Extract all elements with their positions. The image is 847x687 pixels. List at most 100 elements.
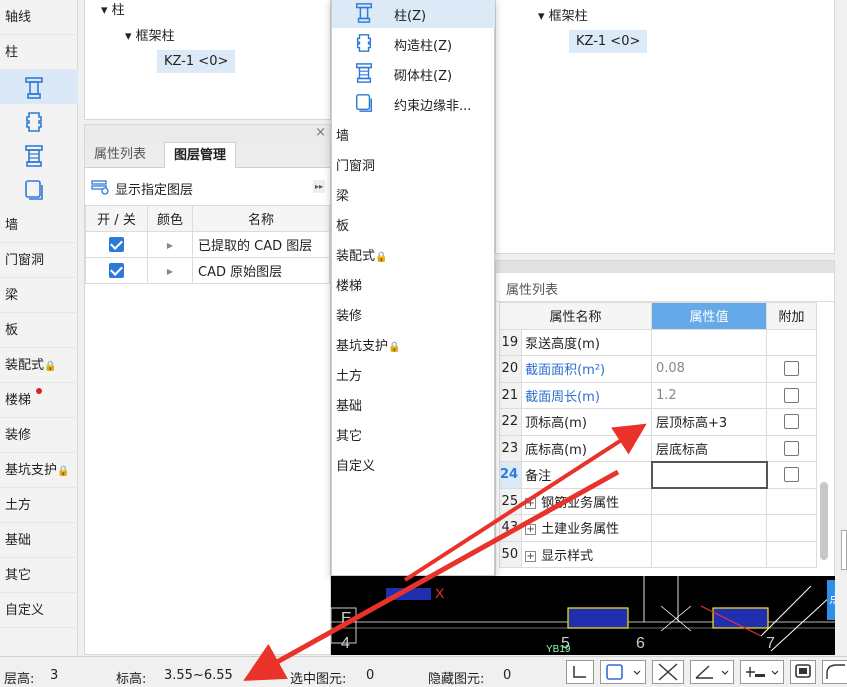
menu-item-door-window[interactable]: 门窗洞 [336, 155, 375, 174]
tab-property-list[interactable]: 属性列表 [85, 142, 155, 168]
expand-arrow-icon[interactable]: ▶ [167, 241, 173, 250]
table-row[interactable]: ▶ CAD 原始图层 [85, 257, 330, 284]
nav-item-beam[interactable]: 梁 [0, 278, 78, 313]
expand-plus-icon[interactable]: + [525, 524, 537, 536]
nav-item-wall[interactable]: 墙 [0, 208, 78, 243]
edge-scroll-handle[interactable] [841, 530, 847, 570]
toggle-cell [85, 257, 148, 284]
menu-item-stair[interactable]: 楼梯 [336, 275, 362, 294]
expand-icon[interactable]: ▸▸ [313, 180, 326, 193]
vertical-scrollbar[interactable] [820, 482, 828, 560]
property-value[interactable]: 0.08 [651, 355, 767, 383]
show-layers-button[interactable]: 显示指定图层 [91, 176, 327, 198]
expand-plus-icon[interactable]: + [525, 550, 537, 562]
property-group[interactable]: + 钢筋业务属性 [521, 487, 652, 515]
menu-item-pit-support[interactable]: 基坑支护🔒 [336, 335, 400, 354]
property-group-label: 土建业务属性 [541, 522, 620, 538]
nav-subitem-column[interactable] [0, 70, 78, 104]
menu-item-prefab[interactable]: 装配式🔒 [336, 245, 387, 264]
nav-item-slab[interactable]: 板 [0, 313, 78, 348]
nav-item-foundation[interactable]: 基础 [0, 523, 78, 558]
rect-select-button[interactable] [600, 660, 646, 684]
offset-button[interactable] [740, 660, 784, 684]
expand-plus-icon[interactable]: + [525, 497, 537, 509]
col-header-property-value: 属性值 [651, 302, 767, 330]
property-value[interactable]: 层底标高 [651, 434, 767, 462]
menu-item-other[interactable]: 其它 [336, 425, 362, 444]
nav-subitem-constructional-column[interactable] [0, 104, 78, 138]
menu-item-column[interactable]: 柱(Z) [332, 0, 495, 28]
nav-item-decoration[interactable]: 装修 [0, 418, 78, 453]
menu-item-foundation[interactable]: 基础 [336, 395, 362, 414]
lock-icon: 🔒 [57, 466, 70, 477]
property-panel-title: 属性列表 [506, 283, 559, 298]
table-row[interactable]: 21 截面周长(m) 1.2 [498, 381, 817, 409]
table-row[interactable]: 50 + 显示样式 [498, 540, 817, 568]
expand-arrow-icon[interactable]: ▶ [167, 267, 173, 276]
corner-snap-button[interactable] [566, 660, 594, 684]
nav-item-pit-support[interactable]: 基坑支护🔒 [0, 453, 78, 488]
nav-item-earthwork[interactable]: 土方 [0, 488, 78, 523]
tree-root-label: 柱 [111, 3, 125, 18]
nav-item-axis[interactable]: 轴线 [0, 0, 78, 35]
nav-item-prefab[interactable]: 装配式🔒 [0, 348, 78, 383]
extra-checkbox[interactable] [784, 440, 799, 456]
extra-checkbox[interactable] [784, 467, 800, 483]
menu-item-earthwork[interactable]: 土方 [336, 365, 362, 384]
property-group[interactable]: + 显示样式 [521, 540, 652, 568]
property-value[interactable]: 层顶标高+3 [651, 408, 767, 436]
annotation-label: YB19 [546, 644, 571, 655]
menu-item-masonry-column[interactable]: 砌体柱(Z) [332, 58, 495, 88]
layer-visible-checkbox[interactable] [109, 263, 124, 278]
nav-item-column[interactable]: 柱 [0, 35, 78, 70]
tree-group[interactable]: ▾ 框架柱 [538, 5, 588, 24]
display-button[interactable] [790, 660, 816, 684]
nav-item-other[interactable]: 其它 [0, 558, 78, 593]
menu-item-constructional-column[interactable]: 构造柱(Z) [332, 28, 495, 58]
cross-select-button[interactable] [652, 660, 684, 684]
nav-subitem-boundary-member[interactable] [0, 172, 78, 206]
table-row[interactable]: ▶ 已提取的 CAD 图层 [85, 231, 330, 258]
tab-layer-management[interactable]: 图层管理 [164, 142, 237, 168]
cad-canvas[interactable]: E 4 5 6 7 X YB19 点 [331, 576, 835, 655]
table-row[interactable]: 20 截面面积(m²) 0.08 [498, 355, 817, 383]
property-table: 属性名称 属性值 附加 19 泵送高度(m) 20 截面面积(m²) 0.08 … [498, 302, 817, 568]
tooltip-bubble[interactable]: 点 [827, 580, 835, 620]
nav-subitem-masonry-column[interactable] [0, 138, 78, 172]
table-row-selected[interactable]: 24 备注 [498, 460, 817, 489]
table-row[interactable]: 25 + 钢筋业务属性 [498, 487, 817, 515]
tree-root[interactable]: ▾ 柱 [101, 0, 125, 18]
angle-button[interactable] [690, 660, 734, 684]
table-row[interactable]: 19 泵送高度(m) [498, 328, 817, 356]
tree-item-selected[interactable]: KZ-1 <0> [569, 30, 648, 53]
constructional-column-icon [356, 34, 372, 52]
property-value[interactable] [651, 328, 767, 356]
curve-button[interactable] [822, 660, 847, 684]
remark-input[interactable] [650, 460, 768, 489]
nav-item-stair[interactable]: 楼梯 [0, 383, 78, 418]
menu-item-wall[interactable]: 墙 [336, 125, 349, 144]
menu-item-boundary-member[interactable]: 约束边缘非... [332, 88, 495, 118]
nav-item-custom[interactable]: 自定义 [0, 593, 78, 628]
menu-item-beam[interactable]: 梁 [336, 185, 349, 204]
extra-checkbox[interactable] [784, 414, 799, 430]
extra-checkbox[interactable] [784, 361, 799, 377]
layers-icon [91, 180, 109, 195]
close-icon[interactable]: × [315, 125, 326, 140]
tree-group[interactable]: ▾ 框架柱 [125, 25, 175, 44]
property-group[interactable]: + 土建业务属性 [521, 514, 652, 542]
extra-checkbox[interactable] [784, 387, 799, 403]
table-row[interactable]: 23 底标高(m) 层底标高 [498, 434, 817, 462]
nav-item-door-window[interactable]: 门窗洞 [0, 243, 78, 278]
lock-icon: 🔒 [44, 361, 57, 372]
menu-item-decoration[interactable]: 装修 [336, 305, 362, 324]
property-value[interactable]: 1.2 [651, 381, 767, 409]
layer-visible-checkbox[interactable] [109, 237, 124, 252]
menu-item-custom[interactable]: 自定义 [336, 455, 375, 474]
toggle-cell [85, 231, 148, 258]
menu-item-slab[interactable]: 板 [336, 215, 349, 234]
property-value [651, 514, 767, 542]
table-row[interactable]: 43 + 土建业务属性 [498, 514, 817, 542]
table-row[interactable]: 22 顶标高(m) 层顶标高+3 [498, 408, 817, 436]
tree-item-selected[interactable]: KZ-1 <0> [157, 50, 236, 73]
